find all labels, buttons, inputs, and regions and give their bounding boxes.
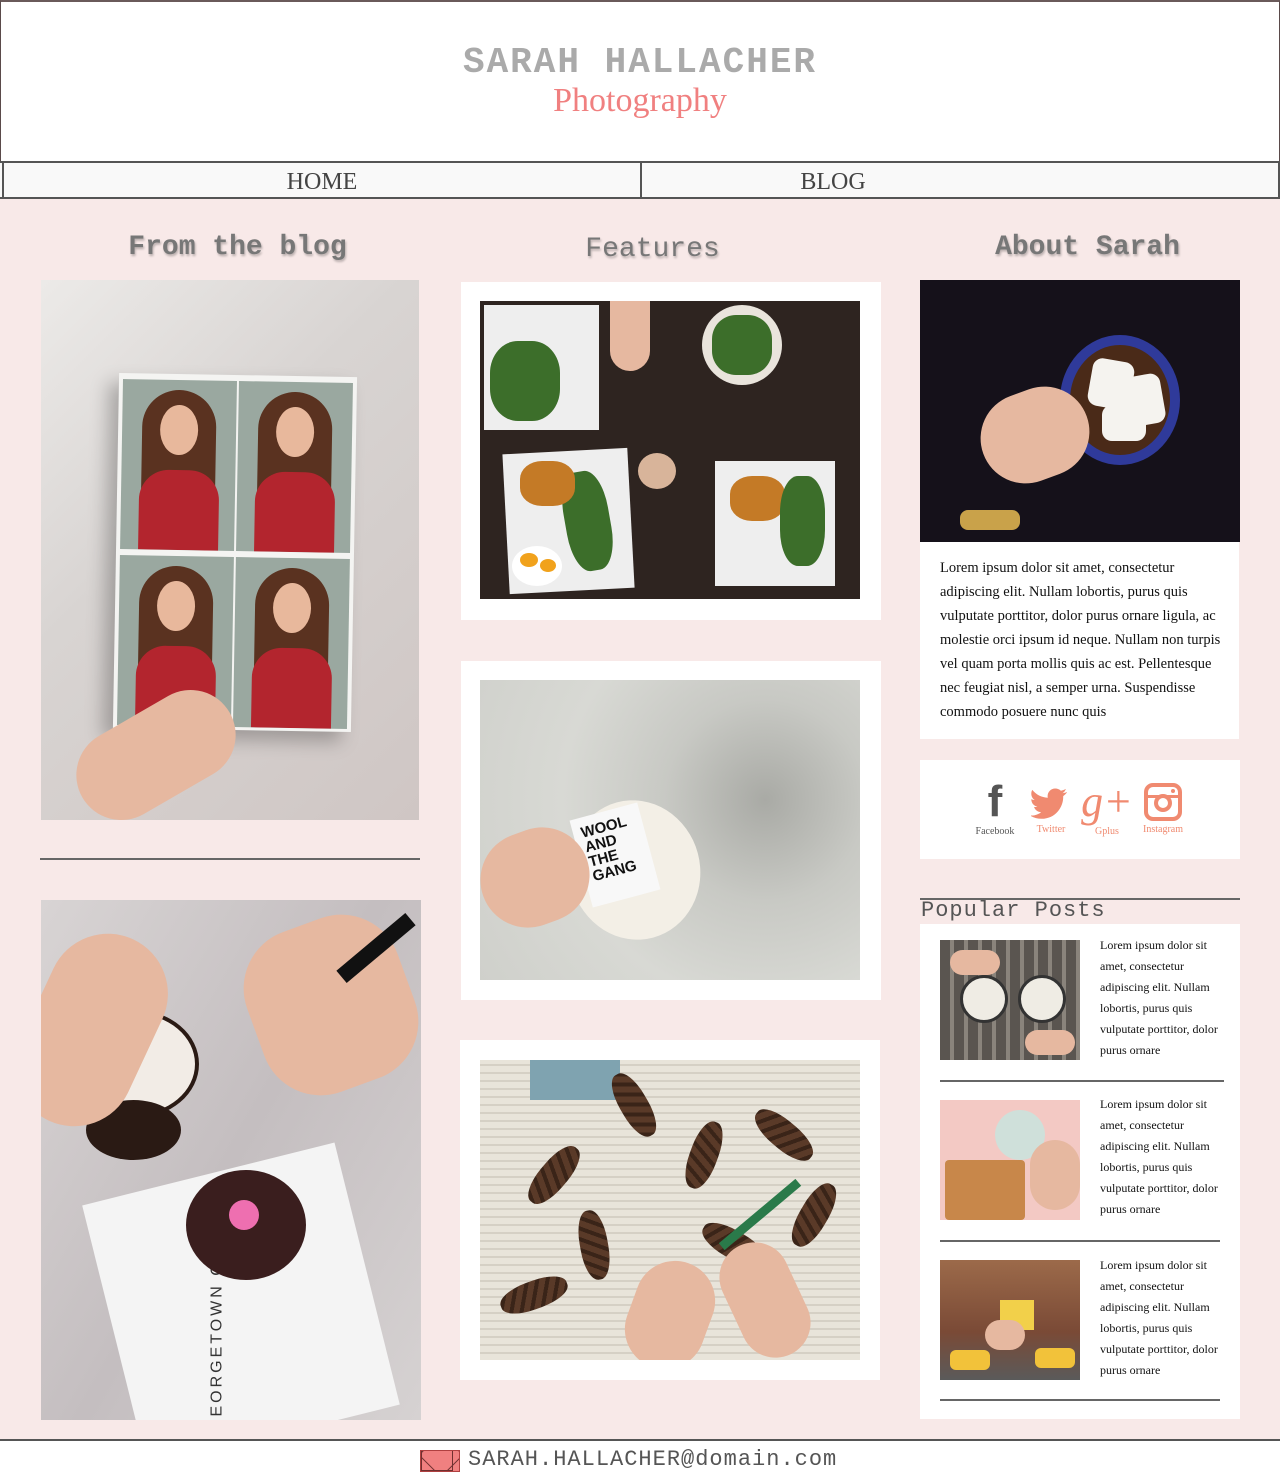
blog-photo-cupcakes[interactable]: GEORGETOWN CUPCAKE: [41, 900, 421, 1420]
feature-photo-yarn: WOOL AND THE GANG: [480, 680, 860, 980]
nav-blog-link[interactable]: BLOG: [640, 163, 1026, 197]
feature-card-2[interactable]: WOOL AND THE GANG: [461, 661, 881, 1000]
twitter-link[interactable]: Twitter: [1021, 780, 1081, 835]
about-text: Lorem ipsum dolor sit amet, consectetur …: [940, 560, 1221, 720]
site-footer: SARAH.HALLACHER@domain.com: [0, 1439, 1280, 1480]
popular-post-2-text[interactable]: Lorem ipsum dolor sit amet, consectetur …: [1100, 1094, 1222, 1220]
mail-icon: [420, 1450, 460, 1472]
site-header: SARAH HALLACHER Photography: [0, 0, 1280, 162]
facebook-link[interactable]: f Facebook: [965, 777, 1025, 838]
feature-photo-brunch: [480, 301, 860, 599]
instagram-link[interactable]: Instagram: [1133, 780, 1193, 835]
popular-post-divider-1: [940, 1080, 1224, 1082]
about-column-title: About Sarah: [995, 232, 1180, 263]
instagram-icon: [1144, 783, 1182, 821]
popular-post-3-text[interactable]: Lorem ipsum dolor sit amet, consectetur …: [1100, 1255, 1222, 1381]
popular-post-divider-2: [940, 1240, 1220, 1242]
feature-card-1[interactable]: [461, 282, 881, 620]
blog-photo-strip[interactable]: [41, 280, 419, 820]
nav-home-link[interactable]: HOME: [2, 163, 642, 197]
features-column-title: Features: [585, 234, 720, 265]
gplus-label: Gplus: [1095, 826, 1119, 837]
blog-divider: [40, 858, 420, 860]
blog-column-title: From the blog: [128, 232, 347, 263]
main-nav: HOME BLOG: [0, 161, 1280, 199]
popular-post-1-text[interactable]: Lorem ipsum dolor sit amet, consectetur …: [1100, 935, 1222, 1061]
popular-post-2-image[interactable]: [940, 1100, 1080, 1220]
twitter-label: Twitter: [1036, 824, 1066, 835]
popular-post-3-image[interactable]: [940, 1260, 1080, 1380]
about-photo-cocoa: [920, 280, 1240, 542]
gplus-icon: g+: [1081, 777, 1133, 826]
photo-booth-strip: [112, 372, 358, 733]
contact-email-link[interactable]: SARAH.HALLACHER@domain.com: [468, 1447, 837, 1472]
site-name[interactable]: SARAH HALLACHER: [1, 42, 1279, 83]
popular-post-divider-3: [940, 1399, 1220, 1401]
instagram-label: Instagram: [1143, 824, 1183, 835]
popular-posts-title: Popular Posts: [921, 898, 1106, 923]
popular-post-1-image[interactable]: [940, 940, 1080, 1060]
gplus-link[interactable]: g+ Gplus: [1077, 777, 1137, 838]
site-tagline: Photography: [553, 82, 727, 119]
feature-photo-pinecones: [480, 1060, 860, 1360]
facebook-label: Facebook: [975, 826, 1015, 837]
facebook-icon: f: [987, 777, 1003, 826]
feature-card-3[interactable]: [460, 1040, 880, 1380]
twitter-icon: [1031, 788, 1067, 819]
